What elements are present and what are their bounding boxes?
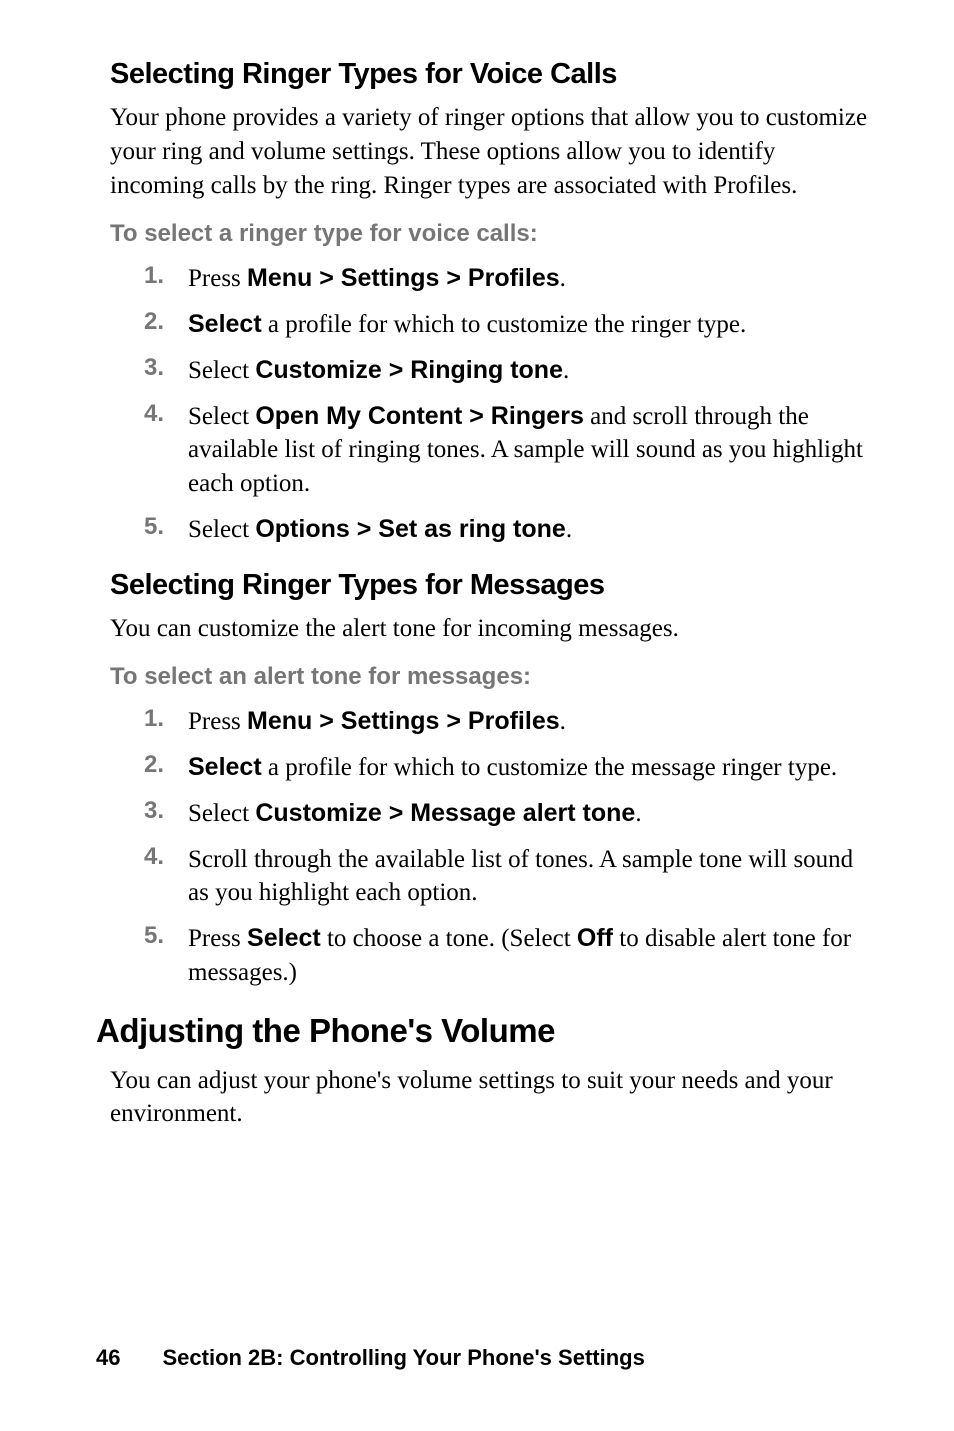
step-number: 4.: [144, 400, 188, 428]
step-number: 3.: [144, 797, 188, 825]
step-number: 3.: [144, 354, 188, 382]
step-number: 5.: [144, 513, 188, 541]
step-item: 3. Select Customize > Ringing tone.: [144, 354, 874, 388]
paragraph-volume-intro: You can adjust your phone's volume setti…: [110, 1064, 874, 1132]
step-text: Select Options > Set as ring tone.: [188, 513, 874, 547]
step-text: Select a profile for which to customize …: [188, 751, 874, 785]
step-number: 2.: [144, 751, 188, 779]
steps-list-voice: 1. Press Menu > Settings > Profiles. 2. …: [110, 262, 874, 546]
step-item: 4. Select Open My Content > Ringers and …: [144, 400, 874, 501]
step-item: 1. Press Menu > Settings > Profiles.: [144, 262, 874, 296]
step-text: Select a profile for which to customize …: [188, 308, 874, 342]
step-text: Select Customize > Ringing tone.: [188, 354, 874, 388]
step-number: 2.: [144, 308, 188, 336]
step-item: 4. Scroll through the available list of …: [144, 843, 874, 911]
step-item: 5. Select Options > Set as ring tone.: [144, 513, 874, 547]
page-footer: 46 Section 2B: Controlling Your Phone's S…: [96, 1345, 645, 1371]
step-item: 5. Press Select to choose a tone. (Selec…: [144, 922, 874, 990]
step-text: Press Menu > Settings > Profiles.: [188, 705, 874, 739]
step-number: 1.: [144, 262, 188, 290]
step-number: 1.: [144, 705, 188, 733]
paragraph-messages-intro: You can customize the alert tone for inc…: [110, 612, 874, 646]
step-number: 4.: [144, 843, 188, 871]
step-item: 3. Select Customize > Message alert tone…: [144, 797, 874, 831]
step-text: Select Open My Content > Ringers and scr…: [188, 400, 874, 501]
instruction-label-messages: To select an alert tone for messages:: [110, 663, 874, 691]
section-heading-volume: Adjusting the Phone's Volume: [96, 1012, 874, 1050]
step-item: 2. Select a profile for which to customi…: [144, 751, 874, 785]
step-item: 2. Select a profile for which to customi…: [144, 308, 874, 342]
subsection-heading-messages: Selecting Ringer Types for Messages: [110, 569, 874, 602]
step-text: Press Select to choose a tone. (Select O…: [188, 922, 874, 990]
footer-title: Section 2B: Controlling Your Phone's Set…: [162, 1345, 644, 1370]
paragraph-voice-intro: Your phone provides a variety of ringer …: [110, 101, 874, 202]
step-item: 1. Press Menu > Settings > Profiles.: [144, 705, 874, 739]
step-text: Select Customize > Message alert tone.: [188, 797, 874, 831]
steps-list-messages: 1. Press Menu > Settings > Profiles. 2. …: [110, 705, 874, 989]
subsection-heading-voice: Selecting Ringer Types for Voice Calls: [110, 58, 874, 91]
step-text: Scroll through the available list of ton…: [188, 843, 874, 911]
instruction-label-voice: To select a ringer type for voice calls:: [110, 220, 874, 248]
step-number: 5.: [144, 922, 188, 950]
page-number: 46: [96, 1345, 120, 1371]
step-text: Press Menu > Settings > Profiles.: [188, 262, 874, 296]
